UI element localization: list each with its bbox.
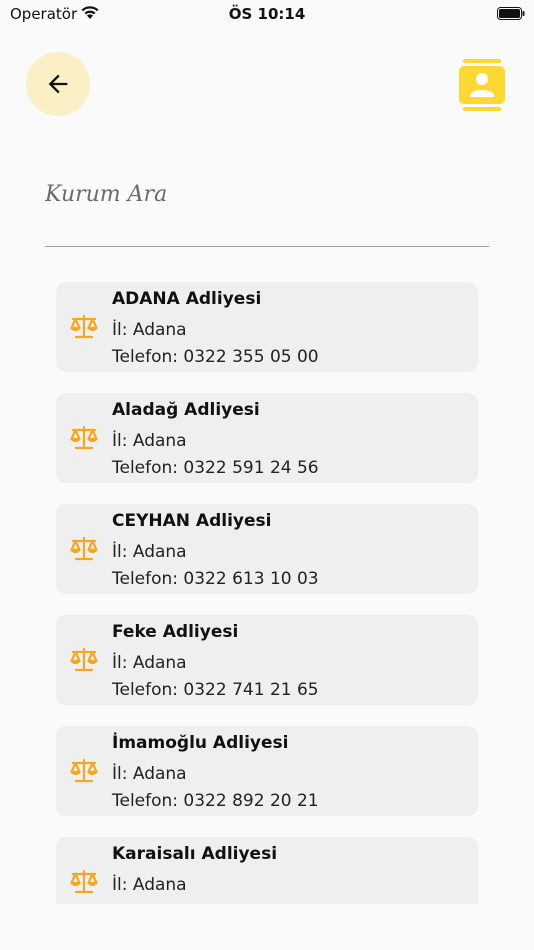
battery-icon bbox=[497, 6, 525, 20]
institution-list[interactable]: ADANA Adliyesi İl: Adana Telefon: 0322 3… bbox=[56, 282, 478, 904]
institution-city: İl: Adana bbox=[112, 320, 187, 340]
list-item[interactable]: İmamoğlu Adliyesi İl: Adana Telefon: 032… bbox=[56, 726, 478, 816]
institution-name: ADANA Adliyesi bbox=[112, 289, 262, 309]
search-field[interactable] bbox=[45, 172, 489, 247]
scale-icon bbox=[70, 424, 98, 452]
list-item[interactable]: Aladağ Adliyesi İl: Adana Telefon: 0322 … bbox=[56, 393, 478, 483]
institution-phone: Telefon: 0322 355 05 00 bbox=[112, 347, 319, 367]
institution-city: İl: Adana bbox=[112, 764, 187, 784]
list-item[interactable]: CEYHAN Adliyesi İl: Adana Telefon: 0322 … bbox=[56, 504, 478, 594]
institution-phone: Telefon: 0322 613 10 03 bbox=[112, 569, 319, 589]
institution-city: İl: Adana bbox=[112, 653, 187, 673]
institution-name: Aladağ Adliyesi bbox=[112, 400, 260, 420]
scale-icon bbox=[70, 313, 98, 341]
arrow-left-icon bbox=[48, 74, 68, 94]
search-input[interactable] bbox=[45, 172, 489, 216]
institution-phone: Telefon: 0322 591 24 56 bbox=[112, 458, 319, 478]
institution-city: İl: Adana bbox=[112, 875, 187, 895]
list-item[interactable]: Karaisalı Adliyesi İl: Adana bbox=[56, 837, 478, 904]
institution-phone: Telefon: 0322 892 20 21 bbox=[112, 791, 319, 811]
back-button[interactable] bbox=[26, 52, 90, 116]
contacts-button[interactable] bbox=[458, 58, 506, 112]
scale-icon bbox=[70, 646, 98, 674]
institution-city: İl: Adana bbox=[112, 431, 187, 451]
institution-name: CEYHAN Adliyesi bbox=[112, 511, 272, 531]
scale-icon bbox=[70, 757, 98, 785]
institution-city: İl: Adana bbox=[112, 542, 187, 562]
contact-book-icon bbox=[459, 59, 505, 111]
institution-name: Feke Adliyesi bbox=[112, 622, 239, 642]
scale-icon bbox=[70, 535, 98, 563]
status-time: ÖS 10:14 bbox=[228, 5, 306, 23]
institution-phone: Telefon: 0322 741 21 65 bbox=[112, 680, 319, 700]
scale-icon bbox=[70, 868, 98, 896]
institution-name: İmamoğlu Adliyesi bbox=[112, 733, 289, 753]
institution-name: Karaisalı Adliyesi bbox=[112, 844, 278, 864]
list-item[interactable]: ADANA Adliyesi İl: Adana Telefon: 0322 3… bbox=[56, 282, 478, 372]
status-bar: Operatör ÖS 10:14 bbox=[0, 0, 534, 28]
list-item[interactable]: Feke Adliyesi İl: Adana Telefon: 0322 74… bbox=[56, 615, 478, 705]
